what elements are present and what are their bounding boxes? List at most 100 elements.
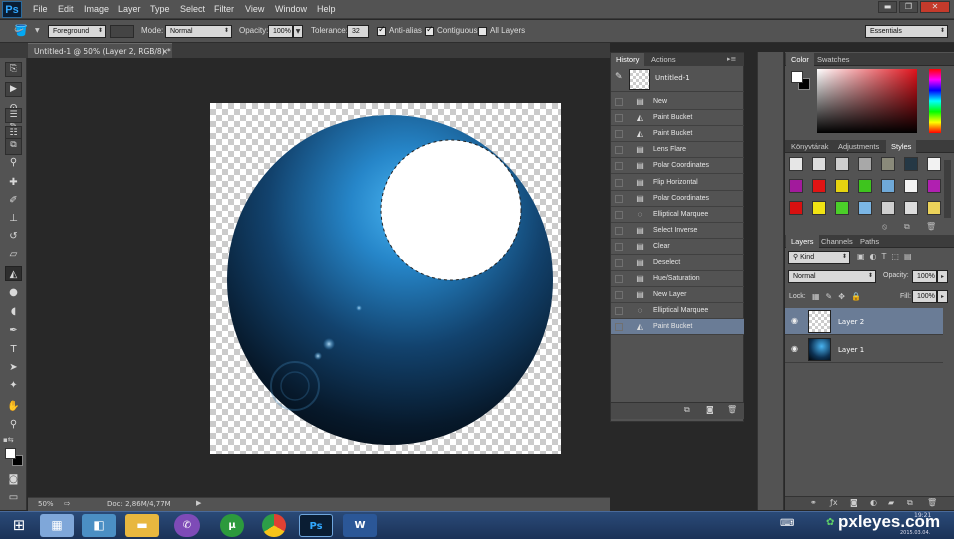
minimize-button[interactable]: ▬ <box>878 1 897 13</box>
style-preset[interactable] <box>789 157 803 171</box>
tab-adjustments[interactable]: Adjustments <box>833 140 884 153</box>
history-source-checkbox[interactable] <box>615 323 623 332</box>
mode-dropdown[interactable]: Normal ⬍ <box>165 25 232 38</box>
close-tab-icon[interactable]: × <box>162 44 168 59</box>
layer-style-icon[interactable]: ƒx <box>830 498 838 507</box>
eyedropper-tool-icon[interactable]: ⚲ <box>5 155 22 170</box>
chevron-down-icon[interactable]: ▼ <box>35 27 40 34</box>
pattern-picker[interactable] <box>110 25 134 38</box>
clock-time[interactable]: 19:21 <box>914 512 931 519</box>
viber-icon[interactable]: ✆ <box>174 514 200 537</box>
fill-slider-icon[interactable]: ▸ <box>937 290 948 303</box>
clone-source-icon[interactable]: ⧉ <box>5 138 22 155</box>
paint-bucket-tool-icon[interactable]: ◭ <box>5 266 22 281</box>
history-source-checkbox[interactable] <box>615 275 623 284</box>
brush-tool-icon[interactable]: ✐ <box>5 193 22 208</box>
style-preset[interactable] <box>858 201 872 215</box>
eye-icon[interactable]: ◉ <box>791 316 798 325</box>
menu-edit[interactable]: Edit <box>58 0 74 19</box>
eye-icon[interactable]: ◉ <box>791 344 798 353</box>
paint-bucket-tool-preset-icon[interactable]: 🪣 <box>14 24 28 37</box>
dodge-tool-icon[interactable]: ◖ <box>5 304 22 319</box>
history-item[interactable]: ◭ Paint Bucket <box>611 319 744 336</box>
history-item[interactable]: ◭ Paint Bucket <box>611 126 744 143</box>
new-document-from-state-icon[interactable]: ⧉ <box>684 405 690 415</box>
layer-mask-icon[interactable]: ◙ <box>850 498 858 507</box>
actions-play-icon[interactable]: ▶ <box>5 82 22 97</box>
blend-mode-dropdown[interactable]: Normal ⬍ <box>788 270 876 283</box>
new-style-icon[interactable]: ⧉ <box>904 222 910 232</box>
calculator-icon[interactable]: ▦ <box>40 514 74 537</box>
style-preset[interactable] <box>927 157 941 171</box>
layer-filter-dropdown[interactable]: ⚲ Kind ⬍ <box>788 251 850 264</box>
opacity-slider-icon[interactable]: ▸ <box>937 270 948 283</box>
trash-icon[interactable]: 🗑 <box>927 498 937 507</box>
export-icon[interactable]: ⇨ <box>64 499 71 508</box>
history-source-checkbox[interactable] <box>615 259 623 267</box>
style-preset[interactable] <box>812 179 826 193</box>
style-preset[interactable] <box>927 201 941 215</box>
tab-channels[interactable]: Channels <box>816 235 858 248</box>
history-brush-tool-icon[interactable]: ↺ <box>5 229 22 244</box>
windows-start-icon[interactable]: ⊞ <box>2 514 36 537</box>
menu-select[interactable]: Select <box>180 0 205 19</box>
layer-filter-icons[interactable]: ▣◐T⬚▤ <box>857 252 917 261</box>
lock-options-icons[interactable]: ▦✎✥🔒 <box>812 292 867 301</box>
history-source-checkbox[interactable] <box>615 194 623 203</box>
restore-button[interactable]: ❐ <box>899 1 918 13</box>
eraser-tool-icon[interactable]: ▱ <box>5 247 22 262</box>
tab-paths[interactable]: Paths <box>855 235 884 248</box>
new-layer-icon[interactable]: ⧉ <box>907 498 913 508</box>
history-source-checkbox[interactable] <box>615 162 623 171</box>
chrome-icon[interactable] <box>262 514 286 537</box>
history-item[interactable]: ▤ Hue/Saturation <box>611 271 744 288</box>
style-preset[interactable] <box>858 179 872 193</box>
tolerance-input[interactable]: 32 <box>347 25 369 38</box>
close-window-button[interactable]: ✕ <box>920 1 950 13</box>
menu-type[interactable]: Type <box>150 0 170 19</box>
path-selection-tool-icon[interactable]: ➤ <box>5 360 22 375</box>
history-item[interactable]: ▤ Polar Coordinates <box>611 191 744 207</box>
tab-swatches[interactable]: Swatches <box>812 53 855 66</box>
history-item[interactable]: ◌ Elliptical Marquee <box>611 207 744 223</box>
history-source-checkbox[interactable] <box>615 210 623 219</box>
history-source-checkbox[interactable] <box>615 114 623 123</box>
screen-mode-icon[interactable]: ▭ <box>5 490 22 505</box>
camera-icon[interactable]: ◙ <box>706 405 714 414</box>
opacity-dropdown-icon[interactable]: ▼ <box>293 25 303 38</box>
clear-style-icon[interactable]: ⦸ <box>882 222 887 232</box>
history-source-checkbox[interactable] <box>615 307 623 316</box>
hue-slider[interactable] <box>929 69 941 133</box>
new-group-icon[interactable]: ▰ <box>888 498 894 507</box>
all-layers-checkbox[interactable] <box>478 27 487 36</box>
quick-mask-icon[interactable]: ◙ <box>5 472 22 487</box>
healing-brush-tool-icon[interactable]: ✚ <box>5 175 22 190</box>
custom-shape-tool-icon[interactable]: ✦ <box>5 378 22 393</box>
history-source-checkbox[interactable] <box>615 146 623 155</box>
status-menu-arrow-icon[interactable]: ▶ <box>196 499 201 507</box>
pen-tool-icon[interactable]: ✒ <box>5 323 22 338</box>
tab-color[interactable]: Color <box>786 53 814 66</box>
menu-view[interactable]: View <box>245 0 264 19</box>
history-item[interactable]: ▤ Lens Flare <box>611 142 744 159</box>
menu-help[interactable]: Help <box>317 0 336 19</box>
style-preset[interactable] <box>789 179 803 193</box>
menu-layer[interactable]: Layer <box>118 0 141 19</box>
document-tab[interactable]: Untitled-1 @ 50% (Layer 2, RGB/8) * × <box>28 43 172 58</box>
style-preset[interactable] <box>858 157 872 171</box>
folder-icon[interactable]: ▬ <box>125 514 159 537</box>
adjustment-layer-icon[interactable]: ◐ <box>870 498 877 507</box>
history-source-checkbox[interactable] <box>615 98 623 106</box>
history-source-checkbox[interactable] <box>615 242 623 251</box>
history-item[interactable]: ▤ Deselect <box>611 255 744 271</box>
history-source-checkbox[interactable] <box>615 178 623 187</box>
blur-tool-icon[interactable]: ● <box>5 285 22 300</box>
history-item[interactable]: ▤ New <box>611 94 744 110</box>
history-item[interactable]: ◭ Paint Bucket <box>611 110 744 127</box>
history-item[interactable]: ▤ Clear <box>611 239 744 255</box>
history-item[interactable]: ▤ Polar Coordinates <box>611 158 744 175</box>
panel-menu-icon[interactable]: ▸≡ <box>727 55 736 63</box>
properties-panel-icon[interactable]: ☰ <box>5 108 22 123</box>
tab-styles[interactable]: Styles <box>886 140 917 153</box>
zoom-level[interactable]: 50% <box>38 500 54 508</box>
